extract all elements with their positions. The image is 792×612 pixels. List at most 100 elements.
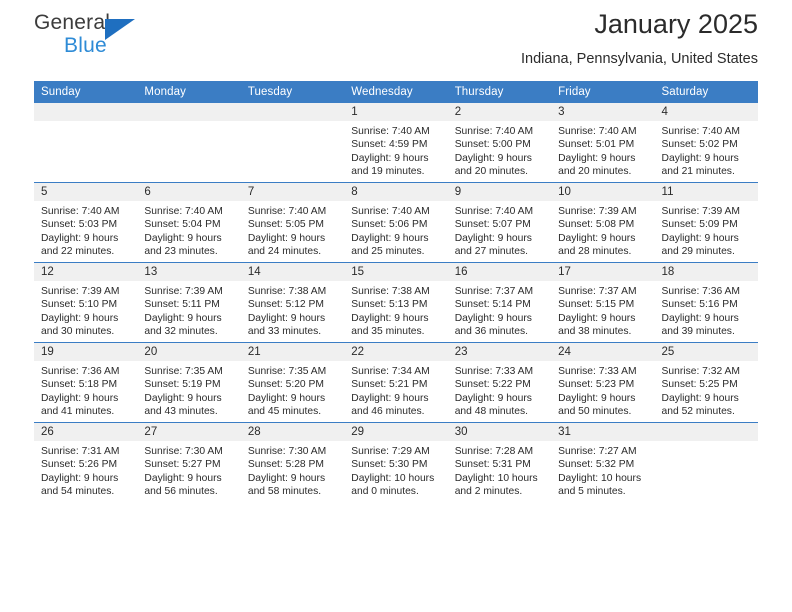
calendar-day-cell-empty <box>654 422 758 502</box>
daylight-duration-line2: and 58 minutes. <box>247 486 322 498</box>
day-number: 18 <box>654 263 758 281</box>
daylight-duration-line1: Daylight: 9 hours <box>454 152 532 164</box>
calendar-day-cell[interactable]: 18 Sunrise: 7:36 AM Sunset: 5:16 PM Dayligh… <box>654 262 758 343</box>
calendar-day-cell[interactable]: 10 Sunrise: 7:39 AM Sunset: 5:08 PM Dayligh… <box>551 182 655 263</box>
day-number: 6 <box>137 183 241 201</box>
daylight-duration-line1: Daylight: 9 hours <box>144 232 222 244</box>
sunrise-time: Sunrise: 7:36 AM <box>41 366 120 377</box>
logo-text-blue: Blue <box>64 34 107 57</box>
calendar-day-cell[interactable]: 6 Sunrise: 7:40 AM Sunset: 5:04 PM Daylight… <box>137 182 241 263</box>
sunset-time: Sunset: 5:32 PM <box>558 459 635 471</box>
day-number: 29 <box>344 423 448 441</box>
day-number <box>34 103 138 121</box>
day-number <box>654 423 758 441</box>
calendar-day-cell[interactable]: 17 Sunrise: 7:37 AM Sunset: 5:15 PM Dayligh… <box>551 262 655 343</box>
calendar-day-cell[interactable]: 15 Sunrise: 7:38 AM Sunset: 5:13 PM Dayligh… <box>344 262 448 343</box>
sunrise-time: Sunrise: 7:40 AM <box>247 206 327 217</box>
day-details: Sunrise: 7:37 AM Sunset: 5:15 PM Daylight:… <box>551 281 654 339</box>
daylight-duration-line1: Daylight: 9 hours <box>144 312 222 324</box>
calendar-day-cell[interactable]: 26 Sunrise: 7:31 AM Sunset: 5:26 PM Dayligh… <box>34 422 138 502</box>
day-number: 3 <box>551 103 655 121</box>
daylight-duration-line2: and 52 minutes. <box>661 406 735 418</box>
calendar-day-cell-empty <box>137 103 241 183</box>
sunrise-time: Sunrise: 7:33 AM <box>454 366 534 377</box>
calendar-day-cell[interactable]: 19 Sunrise: 7:36 AM Sunset: 5:18 PM Dayligh… <box>34 342 138 423</box>
calendar-day-cell-empty <box>34 103 138 183</box>
calendar-day-cell[interactable]: 12 Sunrise: 7:39 AM Sunset: 5:10 PM Dayligh… <box>34 262 138 343</box>
daylight-duration-line2: and 25 minutes. <box>351 246 425 258</box>
calendar-day-cell[interactable]: 4 Sunrise: 7:40 AM Sunset: 5:02 PM Daylight… <box>654 103 758 183</box>
generalblue-logo: General Blue <box>34 12 214 68</box>
calendar-day-cell[interactable]: 22 Sunrise: 7:34 AM Sunset: 5:21 PM Dayligh… <box>344 342 448 423</box>
day-details: Sunrise: 7:39 AM Sunset: 5:11 PM Daylight:… <box>137 281 240 339</box>
day-details: Sunrise: 7:39 AM Sunset: 5:08 PM Daylight:… <box>551 201 654 259</box>
calendar-day-cell[interactable]: 11 Sunrise: 7:39 AM Sunset: 5:09 PM Dayligh… <box>654 182 758 263</box>
sunset-time: Sunset: 5:13 PM <box>351 299 428 311</box>
calendar-day-cell[interactable]: 20 Sunrise: 7:35 AM Sunset: 5:19 PM Dayligh… <box>137 342 241 423</box>
calendar-day-cell[interactable]: 9 Sunrise: 7:40 AM Sunset: 5:07 PM Daylight… <box>447 182 552 263</box>
calendar-day-cell[interactable]: 13 Sunrise: 7:39 AM Sunset: 5:11 PM Dayligh… <box>137 262 241 343</box>
calendar-day-cell[interactable]: 5 Sunrise: 7:40 AM Sunset: 5:03 PM Daylight… <box>34 182 138 263</box>
calendar-day-cell[interactable]: 31 Sunrise: 7:27 AM Sunset: 5:32 PM Dayligh… <box>551 422 655 502</box>
calendar-day-cell[interactable]: 23 Sunrise: 7:33 AM Sunset: 5:22 PM Dayligh… <box>447 342 552 423</box>
daylight-duration-line2: and 2 minutes. <box>454 486 523 498</box>
daylight-duration-line1: Daylight: 9 hours <box>558 232 636 244</box>
calendar-day-cell[interactable]: 16 Sunrise: 7:37 AM Sunset: 5:14 PM Dayligh… <box>447 262 552 343</box>
day-number: 12 <box>34 263 138 281</box>
day-details: Sunrise: 7:39 AM Sunset: 5:09 PM Daylight:… <box>655 201 758 259</box>
daylight-duration-line1: Daylight: 9 hours <box>41 232 119 244</box>
calendar-day-cell[interactable]: 28 Sunrise: 7:30 AM Sunset: 5:28 PM Dayligh… <box>240 422 345 502</box>
weekday-header-friday: Friday <box>551 81 655 103</box>
calendar-day-cell[interactable]: 3 Sunrise: 7:40 AM Sunset: 5:01 PM Daylight… <box>551 103 655 183</box>
daylight-duration-line1: Daylight: 9 hours <box>351 392 429 404</box>
calendar-day-cell[interactable]: 27 Sunrise: 7:30 AM Sunset: 5:27 PM Dayligh… <box>137 422 241 502</box>
logo-triangle-icon <box>105 19 135 40</box>
day-details: Sunrise: 7:40 AM Sunset: 5:00 PM Daylight:… <box>448 121 551 179</box>
calendar-week-row: 5 Sunrise: 7:40 AM Sunset: 5:03 PM Daylight… <box>34 182 758 263</box>
calendar-day-cell[interactable]: 21 Sunrise: 7:35 AM Sunset: 5:20 PM Dayligh… <box>240 342 345 423</box>
calendar-day-cell[interactable]: 25 Sunrise: 7:32 AM Sunset: 5:25 PM Dayligh… <box>654 342 758 423</box>
day-number <box>137 103 241 121</box>
calendar-day-cell[interactable]: 2 Sunrise: 7:40 AM Sunset: 5:00 PM Daylight… <box>447 103 552 183</box>
sunrise-time: Sunrise: 7:35 AM <box>247 366 327 377</box>
sunrise-time: Sunrise: 7:40 AM <box>454 126 534 137</box>
calendar-day-cell[interactable]: 30 Sunrise: 7:28 AM Sunset: 5:31 PM Dayligh… <box>447 422 552 502</box>
sunset-time: Sunset: 5:02 PM <box>661 139 738 151</box>
calendar-week-row: 12 Sunrise: 7:39 AM Sunset: 5:10 PM Dayligh… <box>34 262 758 343</box>
day-details: Sunrise: 7:28 AM Sunset: 5:31 PM Daylight:… <box>448 441 551 499</box>
daylight-duration-line2: and 23 minutes. <box>144 246 218 258</box>
calendar-day-cell[interactable]: 29 Sunrise: 7:29 AM Sunset: 5:30 PM Dayligh… <box>344 422 448 502</box>
sunrise-time: Sunrise: 7:34 AM <box>351 366 430 377</box>
day-number: 21 <box>240 343 345 361</box>
daylight-duration-line2: and 45 minutes. <box>247 406 322 418</box>
daylight-duration-line2: and 56 minutes. <box>144 486 218 498</box>
calendar-day-cell[interactable]: 24 Sunrise: 7:33 AM Sunset: 5:23 PM Dayligh… <box>551 342 655 423</box>
day-number: 19 <box>34 343 138 361</box>
calendar-day-cell[interactable]: 7 Sunrise: 7:40 AM Sunset: 5:05 PM Daylight… <box>240 182 345 263</box>
daylight-duration-line2: and 5 minutes. <box>558 486 626 498</box>
sunset-time: Sunset: 5:16 PM <box>661 299 738 311</box>
calendar-header-row: Sunday Monday Tuesday Wednesday Thursday… <box>34 81 758 103</box>
day-details: Sunrise: 7:40 AM Sunset: 5:03 PM Daylight:… <box>34 201 137 259</box>
day-number: 2 <box>447 103 552 121</box>
daylight-duration-line1: Daylight: 9 hours <box>661 152 739 164</box>
day-details: Sunrise: 7:32 AM Sunset: 5:25 PM Daylight:… <box>655 361 758 419</box>
calendar-day-cell[interactable]: 1 Sunrise: 7:40 AM Sunset: 4:59 PM Daylight… <box>344 103 448 183</box>
page-title: January 2025 <box>594 9 758 39</box>
sunset-time: Sunset: 5:00 PM <box>454 139 531 151</box>
sunset-time: Sunset: 5:23 PM <box>558 379 635 391</box>
day-number: 7 <box>240 183 345 201</box>
daylight-duration-line2: and 27 minutes. <box>454 246 528 258</box>
sunrise-time: Sunrise: 7:28 AM <box>454 446 534 457</box>
daylight-duration-line2: and 20 minutes. <box>558 166 632 178</box>
day-details: Sunrise: 7:40 AM Sunset: 4:59 PM Daylight:… <box>344 121 447 179</box>
calendar-day-cell[interactable]: 14 Sunrise: 7:38 AM Sunset: 5:12 PM Dayligh… <box>240 262 345 343</box>
sunrise-time: Sunrise: 7:40 AM <box>558 126 637 137</box>
day-details: Sunrise: 7:40 AM Sunset: 5:04 PM Daylight:… <box>137 201 240 259</box>
sunset-time: Sunset: 5:22 PM <box>454 379 531 391</box>
sunset-time: Sunset: 4:59 PM <box>351 139 428 151</box>
sunset-time: Sunset: 5:25 PM <box>661 379 738 391</box>
calendar-day-cell[interactable]: 8 Sunrise: 7:40 AM Sunset: 5:06 PM Daylight… <box>344 182 448 263</box>
daylight-duration-line1: Daylight: 9 hours <box>454 392 532 404</box>
daylight-duration-line2: and 24 minutes. <box>247 246 322 258</box>
